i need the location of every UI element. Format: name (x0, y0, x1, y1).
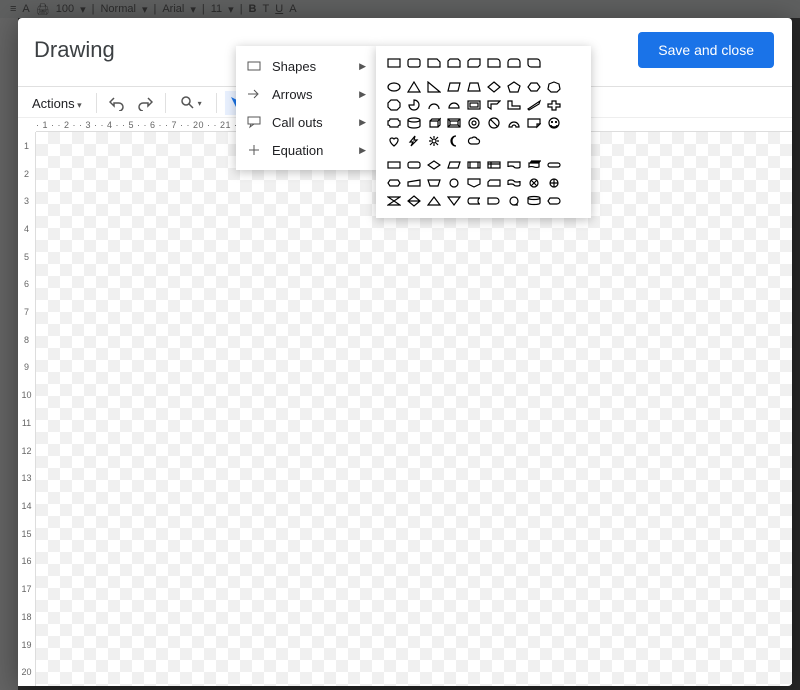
shape-l-shape[interactable] (506, 98, 522, 112)
shape-trapezoid[interactable] (466, 80, 482, 94)
shape-flow-document[interactable] (506, 158, 522, 172)
menu-item-label: Equation (272, 143, 323, 158)
shape-folded-corner[interactable] (526, 116, 542, 130)
shape-donut[interactable] (466, 116, 482, 130)
shape-pie[interactable] (406, 98, 422, 112)
shape-smiley[interactable] (546, 116, 562, 130)
shape-flow-stored[interactable] (466, 194, 482, 208)
shape-flow-offpage[interactable] (466, 176, 482, 190)
shape-round-corner-rect[interactable] (486, 56, 502, 70)
shape-chord[interactable] (446, 98, 462, 112)
shape-heptagon[interactable] (546, 80, 562, 94)
chevron-right-icon: ▶ (359, 145, 366, 156)
shape-diagonal-stripe[interactable] (526, 98, 542, 112)
menu-item-shapes[interactable]: Shapes ▶ (236, 52, 376, 80)
shape-bevel[interactable] (446, 116, 462, 130)
shape-parallelogram[interactable] (446, 80, 462, 94)
shape-flow-terminator[interactable] (546, 158, 562, 172)
drawing-dialog: Drawing Save and close Actions ▾ ▾ ⋕▾ · … (18, 18, 792, 686)
menu-item-arrows[interactable]: Arrows ▶ (236, 80, 376, 108)
menu-item-callouts[interactable]: Call outs ▶ (236, 108, 376, 136)
shapes-palette (376, 46, 591, 218)
actions-menu-button[interactable]: Actions (26, 92, 88, 115)
shape-flow-junction[interactable] (526, 176, 542, 190)
shape-snip-same-rect[interactable] (446, 56, 462, 70)
menu-item-equation[interactable]: Equation ▶ (236, 136, 376, 164)
plus-icon (246, 142, 262, 158)
shape-hexagon[interactable] (526, 80, 542, 94)
shape-flow-extract[interactable] (426, 194, 442, 208)
shape-lightning[interactable] (406, 134, 422, 148)
chevron-right-icon: ▶ (359, 117, 366, 128)
shape-flow-manual-input[interactable] (406, 176, 422, 190)
shape-flow-internal[interactable] (486, 158, 502, 172)
shape-ellipse[interactable] (386, 80, 402, 94)
shape-frame[interactable] (466, 98, 482, 112)
shape-flow-multidoc[interactable] (526, 158, 542, 172)
save-and-close-button[interactable]: Save and close (638, 32, 774, 68)
shape-flow-merge[interactable] (446, 194, 462, 208)
shape-moon[interactable] (446, 134, 462, 148)
shape-arc[interactable] (426, 98, 442, 112)
shape-flow-tape[interactable] (506, 176, 522, 190)
arrow-icon (246, 86, 262, 102)
rectangle-icon (246, 58, 262, 74)
chevron-right-icon: ▶ (359, 61, 366, 72)
shape-flow-magnetic[interactable] (526, 194, 542, 208)
shape-snip-corner-rect[interactable] (426, 56, 442, 70)
shape-flow-decision[interactable] (426, 158, 442, 172)
shape-round-same-rect[interactable] (506, 56, 522, 70)
menu-item-label: Arrows (272, 87, 312, 102)
shape-block-arc[interactable] (506, 116, 522, 130)
shape-octagon[interactable] (386, 98, 402, 112)
callout-icon (246, 114, 262, 130)
shape-flow-collate[interactable] (386, 194, 402, 208)
shape-flow-alternate[interactable] (406, 158, 422, 172)
shape-plaque[interactable] (386, 116, 402, 130)
undo-button[interactable] (105, 91, 129, 115)
redo-button[interactable] (133, 91, 157, 115)
shape-flow-or[interactable] (546, 176, 562, 190)
dialog-title: Drawing (34, 37, 115, 63)
menu-item-label: Call outs (272, 115, 323, 130)
shape-cube[interactable] (426, 116, 442, 130)
shape-triangle[interactable] (406, 80, 422, 94)
shape-pentagon[interactable] (506, 80, 522, 94)
shape-no-symbol[interactable] (486, 116, 502, 130)
shape-flow-predefined[interactable] (466, 158, 482, 172)
shape-flow-card[interactable] (486, 176, 502, 190)
shape-snip-diag-rect[interactable] (466, 56, 482, 70)
shape-category-menu: Shapes ▶ Arrows ▶ Call outs ▶ Equation ▶ (236, 46, 376, 170)
shape-flow-seq-storage[interactable] (506, 194, 522, 208)
shape-diamond[interactable] (486, 80, 502, 94)
shape-right-triangle[interactable] (426, 80, 442, 94)
shape-can[interactable] (406, 116, 422, 130)
shape-half-frame[interactable] (486, 98, 502, 112)
shape-flow-preparation[interactable] (386, 176, 402, 190)
shape-flow-data[interactable] (446, 158, 462, 172)
shape-rectangle[interactable] (386, 56, 402, 70)
shape-flow-display[interactable] (546, 194, 562, 208)
shape-cross[interactable] (546, 98, 562, 112)
zoom-button[interactable]: ▾ (174, 91, 208, 115)
chevron-right-icon: ▶ (359, 89, 366, 100)
shape-sun[interactable] (426, 134, 442, 148)
shape-cloud[interactable] (466, 134, 482, 148)
shape-flow-sort[interactable] (406, 194, 422, 208)
menu-item-label: Shapes (272, 59, 316, 74)
shape-flow-process[interactable] (386, 158, 402, 172)
shape-rounded-rectangle[interactable] (406, 56, 422, 70)
shape-flow-manual-op[interactable] (426, 176, 442, 190)
shape-heart[interactable] (386, 134, 402, 148)
shape-flow-connector[interactable] (446, 176, 462, 190)
ruler-vertical: 1234567891011121314151617181920 (18, 132, 36, 686)
shape-round-diag-rect[interactable] (526, 56, 542, 70)
shape-flow-delay[interactable] (486, 194, 502, 208)
